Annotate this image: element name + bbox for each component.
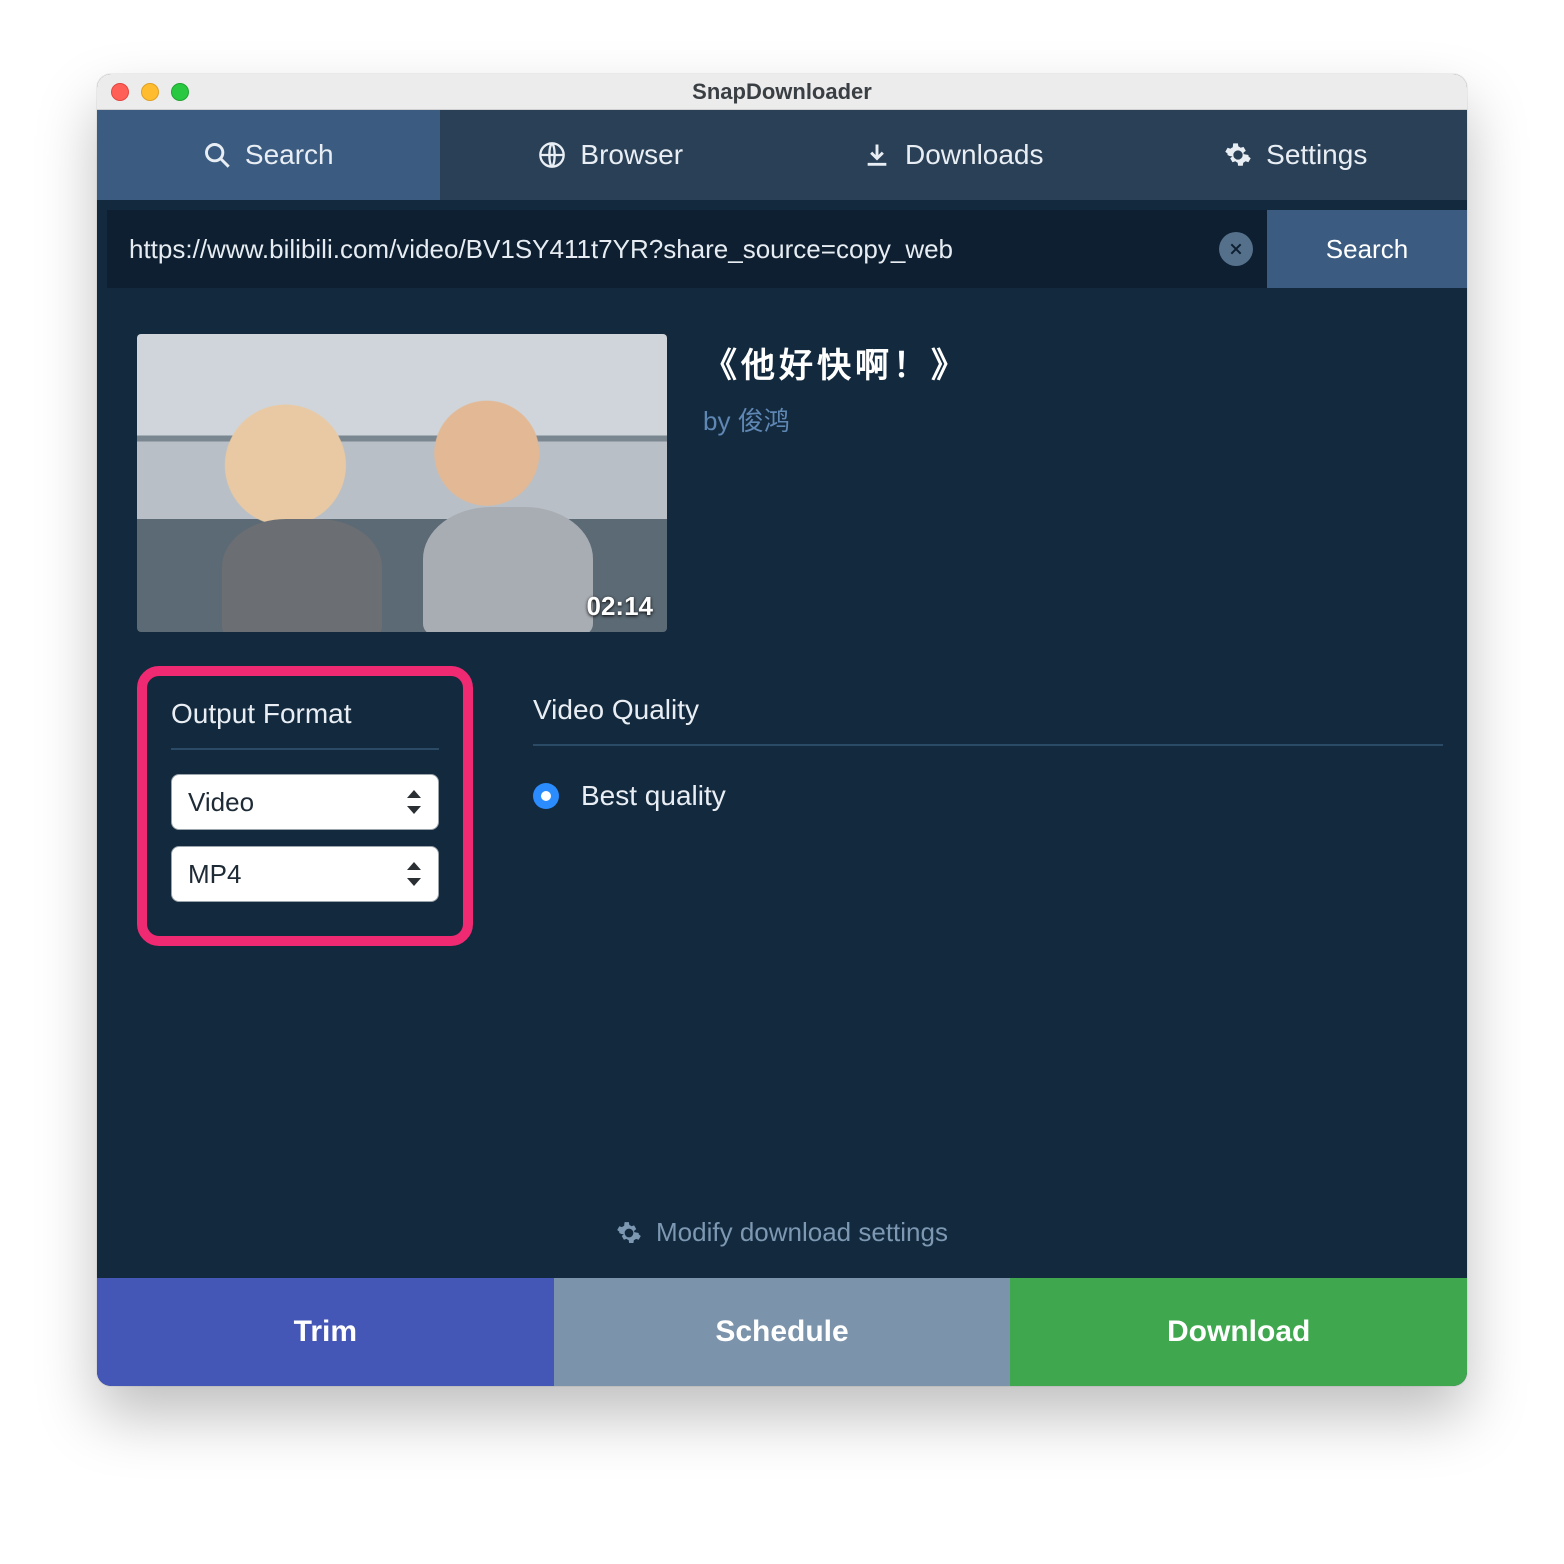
tab-settings[interactable]: Settings [1125, 110, 1468, 200]
window-title: SnapDownloader [692, 79, 872, 105]
video-row: 02:14 《他好快啊！》 by 俊鸿 [137, 334, 1427, 632]
video-metadata: 《他好快啊！》 by 俊鸿 [703, 334, 969, 632]
app-window: SnapDownloader Search Browser Downloads … [97, 74, 1467, 1386]
search-button-label: Search [1326, 234, 1408, 265]
gear-icon [1224, 141, 1252, 169]
tab-browser-label: Browser [580, 139, 683, 171]
format-container-value: MP4 [188, 859, 241, 890]
video-duration: 02:14 [587, 591, 654, 622]
format-type-value: Video [188, 787, 254, 818]
video-thumbnail[interactable]: 02:14 [137, 334, 667, 632]
url-input[interactable] [129, 234, 1219, 265]
titlebar: SnapDownloader [97, 74, 1467, 110]
format-container-select[interactable]: MP4 [171, 846, 439, 902]
minimize-window-button[interactable] [141, 83, 159, 101]
tab-settings-label: Settings [1266, 139, 1367, 171]
globe-icon [538, 141, 566, 169]
schedule-button[interactable]: Schedule [554, 1278, 1011, 1386]
video-quality-title: Video Quality [533, 694, 1443, 726]
tab-search[interactable]: Search [97, 110, 440, 200]
video-quality-section: Video Quality Best quality [533, 666, 1443, 812]
output-format-title: Output Format [171, 698, 439, 730]
chevron-updown-icon [404, 860, 422, 888]
trim-label: Trim [294, 1315, 357, 1349]
modify-settings-label: Modify download settings [656, 1217, 948, 1248]
search-icon [203, 141, 231, 169]
tab-browser[interactable]: Browser [440, 110, 783, 200]
tab-downloads[interactable]: Downloads [782, 110, 1125, 200]
download-label: Download [1167, 1315, 1310, 1349]
tab-downloads-label: Downloads [905, 139, 1044, 171]
radio-selected-icon [533, 783, 559, 809]
select-group: Video MP4 [171, 774, 439, 902]
search-button[interactable]: Search [1267, 210, 1467, 288]
close-icon [1228, 241, 1244, 257]
main-tabs: Search Browser Downloads Settings [97, 110, 1467, 200]
by-prefix: by [703, 406, 738, 436]
close-window-button[interactable] [111, 83, 129, 101]
output-format-section: Output Format Video MP4 [137, 666, 473, 946]
url-box [107, 210, 1267, 288]
download-button[interactable]: Download [1010, 1278, 1467, 1386]
tab-search-label: Search [245, 139, 334, 171]
trim-button[interactable]: Trim [97, 1278, 554, 1386]
quality-option-best[interactable]: Best quality [533, 780, 1443, 812]
divider [171, 748, 439, 750]
options-row: Output Format Video MP4 Vide [137, 666, 1427, 946]
schedule-label: Schedule [715, 1315, 848, 1349]
quality-best-label: Best quality [581, 780, 726, 812]
download-icon [863, 141, 891, 169]
modify-download-settings[interactable]: Modify download settings [97, 1217, 1467, 1248]
content-area: 02:14 《他好快啊！》 by 俊鸿 Output Format Video [97, 298, 1467, 1278]
video-title: 《他好快啊！》 [703, 338, 969, 387]
video-byline: by 俊鸿 [703, 401, 969, 438]
action-bar: Trim Schedule Download [97, 1278, 1467, 1386]
chevron-updown-icon [404, 788, 422, 816]
gear-icon [616, 1220, 642, 1246]
divider [533, 744, 1443, 746]
clear-url-button[interactable] [1219, 232, 1253, 266]
format-type-select[interactable]: Video [171, 774, 439, 830]
url-row: Search [97, 200, 1467, 298]
maximize-window-button[interactable] [171, 83, 189, 101]
window-controls [111, 83, 189, 101]
video-author: 俊鸿 [738, 406, 790, 436]
